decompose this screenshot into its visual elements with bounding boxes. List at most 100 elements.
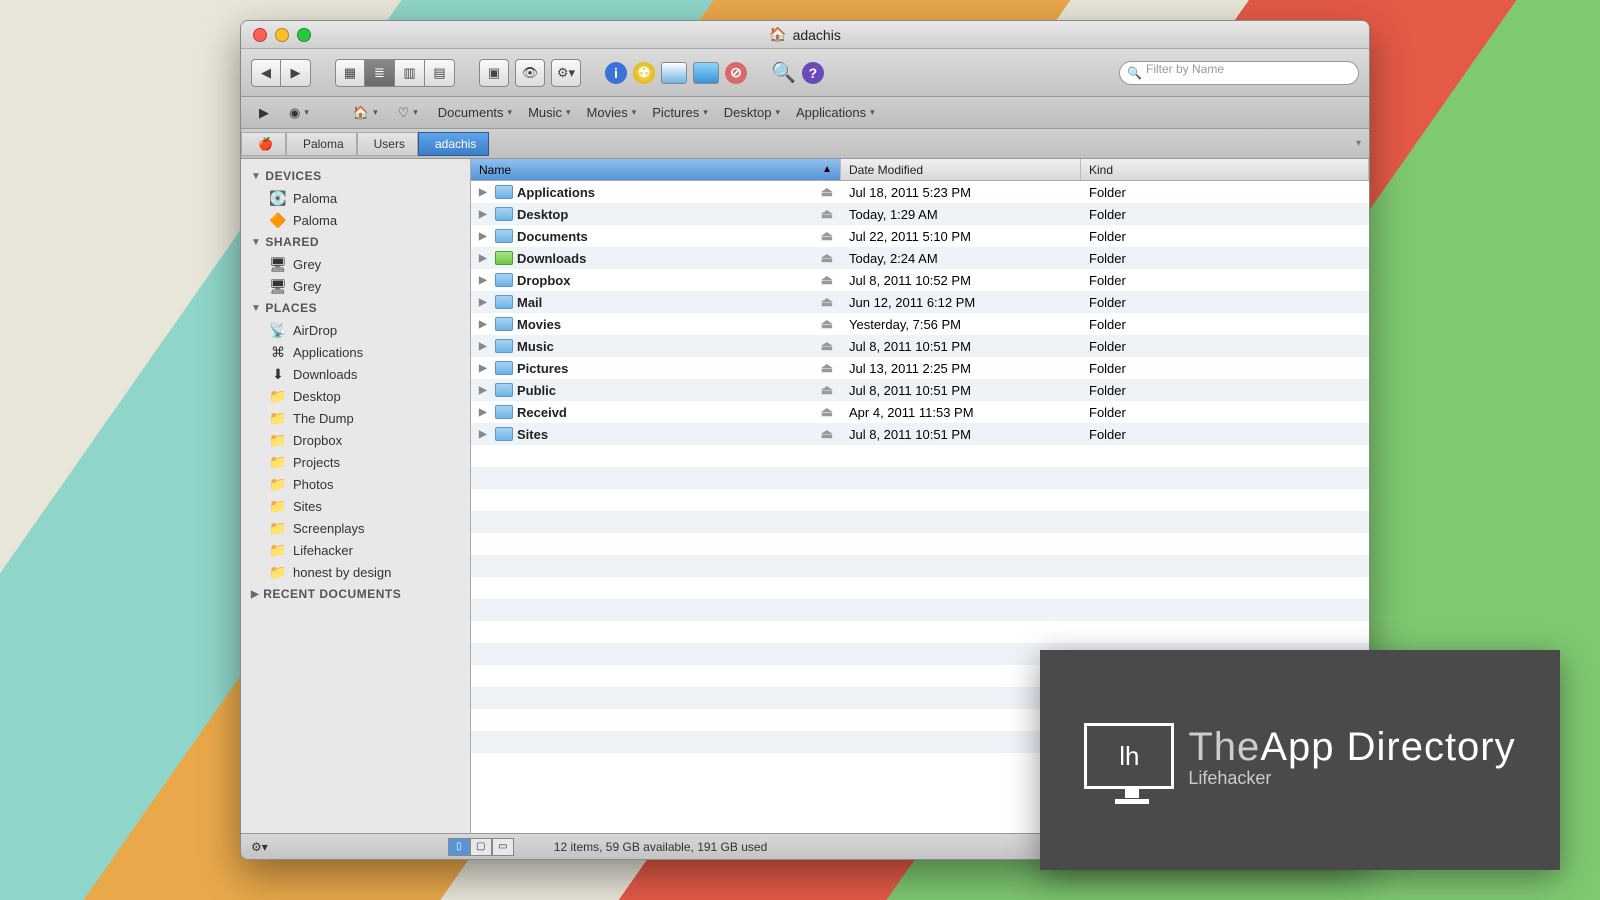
shared-grey[interactable]: 🖥Grey [241,253,470,275]
traffic-lights [241,28,311,42]
disclosure-icon[interactable]: ▶ [479,187,489,198]
disclosure-icon[interactable]: ▶ [479,407,489,418]
list-view-button[interactable]: ≣ [365,59,395,87]
file-row[interactable]: ▶Pictures⏏Jul 13, 2011 2:25 PMFolder [471,357,1369,379]
fav-home[interactable]: 🏠▾ [345,101,386,125]
connect-icon[interactable] [693,62,719,84]
place-sites[interactable]: 📁Sites [241,495,470,517]
file-row[interactable]: ▶Desktop⏏Today, 1:29 AMFolder [471,203,1369,225]
file-date: Jul 22, 2011 5:10 PM [841,229,1081,244]
info-icon[interactable]: i [605,62,627,84]
device-paloma[interactable]: 💽Paloma [241,187,470,209]
fav-applications[interactable]: Applications▾ [788,101,883,125]
close-button[interactable] [253,28,267,42]
column-view-button[interactable]: ▥ [395,59,425,87]
file-name: Public [517,383,556,398]
badge-sub: Lifehacker [1188,768,1515,789]
empty-row [471,599,1369,621]
path-menu[interactable]: ▾ [1356,138,1369,149]
col-date[interactable]: Date Modified [841,159,1081,180]
place-desktop[interactable]: 📁Desktop [241,385,470,407]
col-kind[interactable]: Kind [1081,159,1369,180]
coverflow-view-button[interactable]: ▤ [425,59,455,87]
col-name[interactable]: Name▲ [471,159,841,180]
disclosure-icon[interactable]: ▶ [479,319,489,330]
place-applications[interactable]: ⌘Applications [241,341,470,363]
place-airdrop[interactable]: 📡AirDrop [241,319,470,341]
forward-button[interactable]: ▶ [281,59,311,87]
place-screenplays[interactable]: 📁Screenplays [241,517,470,539]
file-row[interactable]: ▶Documents⏏Jul 22, 2011 5:10 PMFolder [471,225,1369,247]
file-row[interactable]: ▶Music⏏Jul 8, 2011 10:51 PMFolder [471,335,1369,357]
sidebar-section-devices[interactable]: ▼DEVICES [241,165,470,187]
arrange-button[interactable]: ▣ [479,59,509,87]
fav-desktop[interactable]: Desktop▾ [716,101,788,125]
folder-icon: 📁 [269,432,287,448]
file-row[interactable]: ▶Dropbox⏏Jul 8, 2011 10:52 PMFolder [471,269,1369,291]
disclosure-icon[interactable]: ▶ [479,253,489,264]
status-gear[interactable]: ⚙▾ [251,840,268,854]
burn-icon[interactable]: ☢ [633,62,655,84]
action-button[interactable]: ⚙▾ [551,59,581,87]
file-row[interactable]: ▶Public⏏Jul 8, 2011 10:51 PMFolder [471,379,1369,401]
sidebar-section-places[interactable]: ▼PLACES [241,297,470,319]
layout-3[interactable]: ▭ [492,838,514,856]
disclosure-icon[interactable]: ▶ [479,209,489,220]
disclosure-icon[interactable]: ▶ [479,429,489,440]
folder-icon [495,361,513,375]
crumb-users[interactable]: Users [357,132,418,156]
sidebar-section-shared[interactable]: ▼SHARED [241,231,470,253]
fav-back[interactable]: ▶ [251,101,277,125]
file-row[interactable]: ▶Sites⏏Jul 8, 2011 10:51 PMFolder [471,423,1369,445]
titlebar[interactable]: 🏠 adachis [241,21,1369,49]
device-paloma[interactable]: 🔶Paloma [241,209,470,231]
layout-1[interactable]: ▯ [448,838,470,856]
place-the-dump[interactable]: 📁The Dump [241,407,470,429]
quicklook-button[interactable]: 👁 [515,59,545,87]
fav-recent[interactable]: ◉▾ [281,101,317,125]
disk-icon: 💽 [269,190,287,206]
zoom-button[interactable] [297,28,311,42]
empty-row [471,577,1369,599]
crumb-paloma[interactable]: Paloma [286,132,357,156]
file-row[interactable]: ▶Downloads⏏Today, 2:24 AMFolder [471,247,1369,269]
disclosure-icon[interactable]: ▶ [479,231,489,242]
disclosure-icon[interactable]: ▶ [479,297,489,308]
disclosure-icon[interactable]: ▶ [479,341,489,352]
back-button[interactable]: ◀ [251,59,281,87]
place-honest-by-design[interactable]: 📁honest by design [241,561,470,583]
file-row[interactable]: ▶Movies⏏Yesterday, 7:56 PMFolder [471,313,1369,335]
minimize-button[interactable] [275,28,289,42]
fav-pictures[interactable]: Pictures▾ [644,101,716,125]
file-name: Pictures [517,361,568,376]
fav-documents[interactable]: Documents▾ [430,101,520,125]
icon-view-button[interactable]: ▦ [335,59,365,87]
place-downloads[interactable]: ⬇Downloads [241,363,470,385]
idisk-icon[interactable] [661,62,687,84]
file-row[interactable]: ▶Applications⏏Jul 18, 2011 5:23 PMFolder [471,181,1369,203]
fav-movies[interactable]: Movies▾ [579,101,645,125]
crumb-adachis[interactable]: adachis [418,132,489,156]
place-projects[interactable]: 📁Projects [241,451,470,473]
sidebar-section-recent[interactable]: ▶RECENT DOCUMENTS [241,583,470,605]
path-root[interactable]: 🍎 [241,132,286,156]
fav-heart[interactable]: ♡▾ [390,101,426,125]
place-lifehacker[interactable]: 📁Lifehacker [241,539,470,561]
disclosure-icon[interactable]: ▶ [479,275,489,286]
search-field[interactable]: 🔍 Filter by Name [1119,61,1359,85]
help-icon[interactable]: ? [802,62,824,84]
file-row[interactable]: ▶Mail⏏Jun 12, 2011 6:12 PMFolder [471,291,1369,313]
file-row[interactable]: ▶Receivd⏏Apr 4, 2011 11:53 PMFolder [471,401,1369,423]
eject-icon[interactable]: ⊘ [725,62,747,84]
file-date: Jul 13, 2011 2:25 PM [841,361,1081,376]
shared-grey[interactable]: 🖥Grey [241,275,470,297]
place-photos[interactable]: 📁Photos [241,473,470,495]
place-dropbox[interactable]: 📁Dropbox [241,429,470,451]
disclosure-icon[interactable]: ▶ [479,363,489,374]
search-icon[interactable]: 🔍 [771,60,796,85]
fav-music[interactable]: Music▾ [520,101,578,125]
file-name: Downloads [517,251,586,266]
disclosure-icon[interactable]: ▶ [479,385,489,396]
file-kind: Folder [1081,317,1369,332]
layout-2[interactable]: ▢ [470,838,492,856]
